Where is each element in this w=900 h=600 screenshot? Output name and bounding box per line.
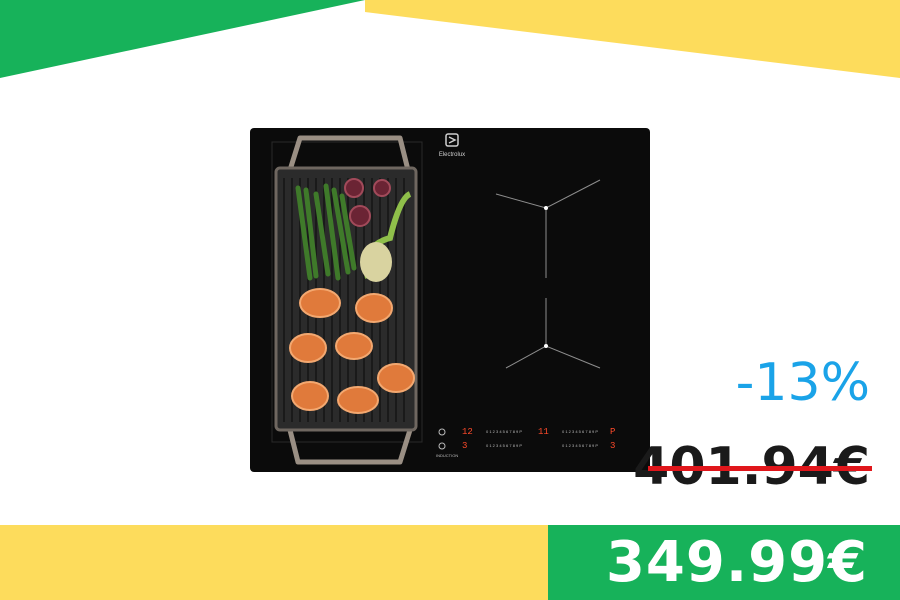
top-banner [0,0,900,78]
old-price-strikethrough [648,466,872,471]
top-green-shape [0,0,365,78]
svg-text:0 1 2 3 4 5 6 7 8 9 P: 0 1 2 3 4 5 6 7 8 9 P [486,429,522,434]
svg-text:0 1 2 3 4 5 6 7 8 9 P: 0 1 2 3 4 5 6 7 8 9 P [562,443,598,448]
brand-name: Electrolux [439,152,465,158]
product-image: Electrolux 12 3 0 1 2 3 4 5 6 7 8 9 P 0 … [250,128,650,472]
discount-badge: -13% [735,353,870,413]
svg-text:0 1 2 3 4 5 6 7 8 9 P: 0 1 2 3 4 5 6 7 8 9 P [486,443,522,448]
svg-text:3: 3 [610,441,615,451]
new-price: 349.99€ [605,530,868,595]
svg-text:3: 3 [462,441,467,451]
footer-yellow-band [0,525,548,600]
svg-text:P: P [610,427,615,437]
svg-text:12: 12 [462,427,473,437]
svg-text:0 1 2 3 4 5 6 7 8 9 P: 0 1 2 3 4 5 6 7 8 9 P [562,429,598,434]
induction-label: INDUCTION [436,453,458,458]
top-yellow-shape [365,0,900,78]
svg-text:11: 11 [538,427,549,437]
